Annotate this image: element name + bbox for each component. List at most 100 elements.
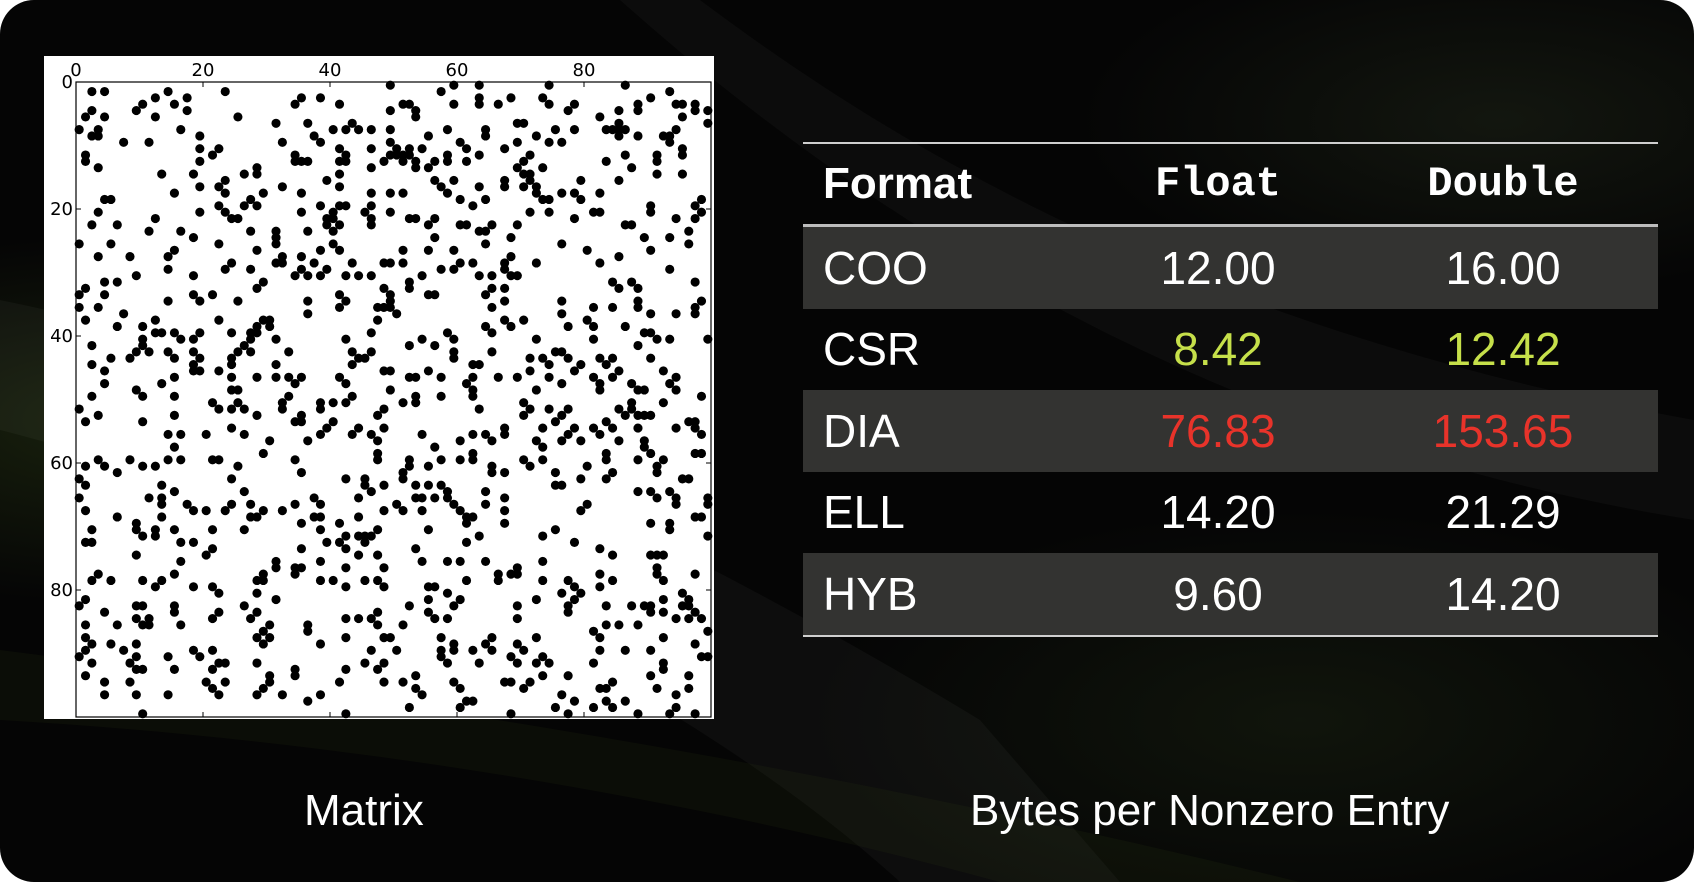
nonzero-dot [569,213,580,224]
nonzero-dot [576,474,586,484]
nonzero-dot [131,639,141,649]
nonzero-dot [646,93,656,103]
row-float: 9.60 [1173,567,1263,620]
nonzero-dot [696,614,707,624]
nonzero-dot [138,531,148,541]
nonzero-dot [87,86,97,97]
row-format: HYB [823,567,918,620]
nonzero-dot [169,664,179,674]
nonzero-dot [417,690,427,700]
nonzero-dot [500,467,510,478]
nonzero-dot [474,150,484,160]
nonzero-dot [646,671,656,681]
nonzero-dot [150,112,160,122]
nonzero-dot [303,436,313,446]
nonzero-dot [506,709,516,719]
nonzero-dot [157,379,167,389]
nonzero-dot [423,480,433,490]
nonzero-dot [665,137,675,147]
nonzero-dot [277,404,287,414]
nonzero-dot [341,271,351,281]
nonzero-dot [525,207,535,217]
nonzero-dot [341,633,351,643]
nonzero-dot [468,455,478,465]
nonzero-dot [373,620,383,630]
nonzero-dot [531,258,541,268]
nonzero-dot [417,334,427,344]
nonzero-dot [315,137,326,147]
nonzero-dot [601,360,611,370]
nonzero-dot [385,188,395,198]
table-row: DIA 76.83 153.65 [803,390,1658,472]
nonzero-dot [506,321,516,332]
nonzero-dot [665,525,675,535]
nonzero-dot [80,156,91,166]
nonzero-dot [220,86,230,97]
nonzero-dot [481,226,491,236]
nonzero-dot [582,245,592,255]
nonzero-dot [341,582,351,592]
nonzero-dot [646,207,656,217]
nonzero-dot [639,385,649,395]
nonzero-dot [512,372,522,382]
nonzero-dot [646,518,656,528]
nonzero-dot [404,340,414,351]
nonzero-dot [500,518,510,528]
nonzero-dot [423,594,433,605]
nonzero-dot [671,499,681,509]
nonzero-dot [411,163,421,173]
nonzero-dot [246,226,256,236]
nonzero-dot [423,461,433,471]
nonzero-dot [322,537,332,547]
nonzero-dot [461,575,472,586]
nonzero-dot [366,125,376,135]
nonzero-dot [125,677,135,687]
nonzero-dot [227,423,237,433]
nonzero-dot [538,163,548,173]
nonzero-dot [519,118,529,128]
nonzero-dot [334,99,345,109]
nonzero-dot [188,271,199,281]
nonzero-dot [512,271,522,281]
nonzero-dot [620,80,630,90]
nonzero-dot [233,461,243,471]
nonzero-dot [341,709,351,719]
nonzero-dot [436,86,446,97]
nonzero-dot [328,575,338,586]
nonzero-dot [665,233,675,243]
nonzero-dot [601,455,611,465]
nonzero-dot [157,512,167,522]
nonzero-dot [392,645,402,655]
nonzero-dot [442,156,453,166]
nonzero-dot [506,233,516,243]
nonzero-dot [423,163,433,173]
nonzero-dot [80,671,91,681]
nonzero-dot [385,125,395,135]
nonzero-dot [481,131,491,141]
nonzero-dot [531,334,541,344]
nonzero-dot [461,537,472,547]
x-tick-label: 80 [573,60,596,81]
nonzero-dot [125,252,135,262]
nonzero-dot [544,137,554,147]
nonzero-dot [487,271,497,281]
nonzero-dot [233,296,243,306]
nonzero-dot [665,709,675,719]
nonzero-dot [100,677,110,687]
sparsity-plot: 0 20 40 60 80 0 20 40 60 80 [44,56,714,719]
nonzero-dot [690,277,700,287]
nonzero-dot [423,131,433,141]
nonzero-dot [385,633,395,643]
row-format: DIA [823,404,900,457]
nonzero-dot [315,512,326,522]
nonzero-dot [138,709,148,719]
nonzero-dot [144,493,154,503]
nonzero-dot [119,309,129,319]
nonzero-dot [398,506,408,516]
nonzero-dot [569,696,580,706]
nonzero-dot [150,315,160,325]
nonzero-dot [430,233,440,243]
nonzero-dot [277,506,287,516]
nonzero-dot [411,544,421,554]
nonzero-dot [169,607,179,617]
